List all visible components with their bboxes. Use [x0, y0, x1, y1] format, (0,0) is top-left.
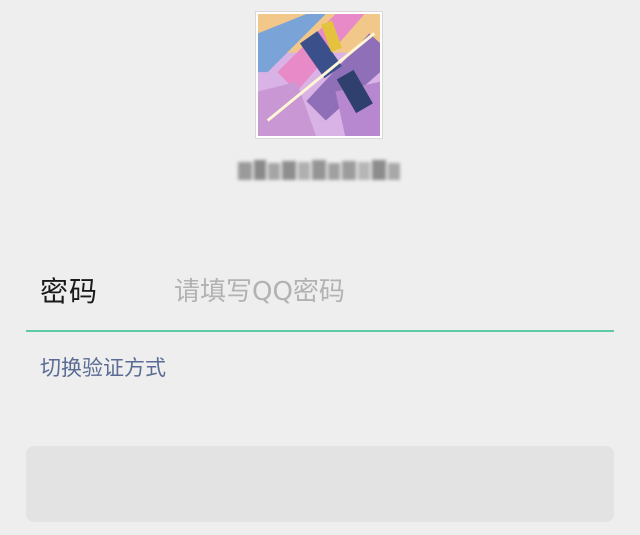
login-screen: 密码 切换验证方式: [0, 0, 640, 535]
account-id-masked: [232, 154, 406, 188]
user-avatar[interactable]: [256, 12, 382, 138]
password-underline: [26, 330, 614, 332]
password-label: 密码: [40, 275, 99, 308]
password-input[interactable]: [174, 270, 594, 314]
pixelated-account-icon: [238, 160, 400, 180]
password-row: 密码: [26, 262, 614, 322]
avatar-image-icon: [258, 14, 380, 136]
login-button[interactable]: [26, 446, 614, 522]
switch-verification-link[interactable]: 切换验证方式: [40, 352, 166, 384]
